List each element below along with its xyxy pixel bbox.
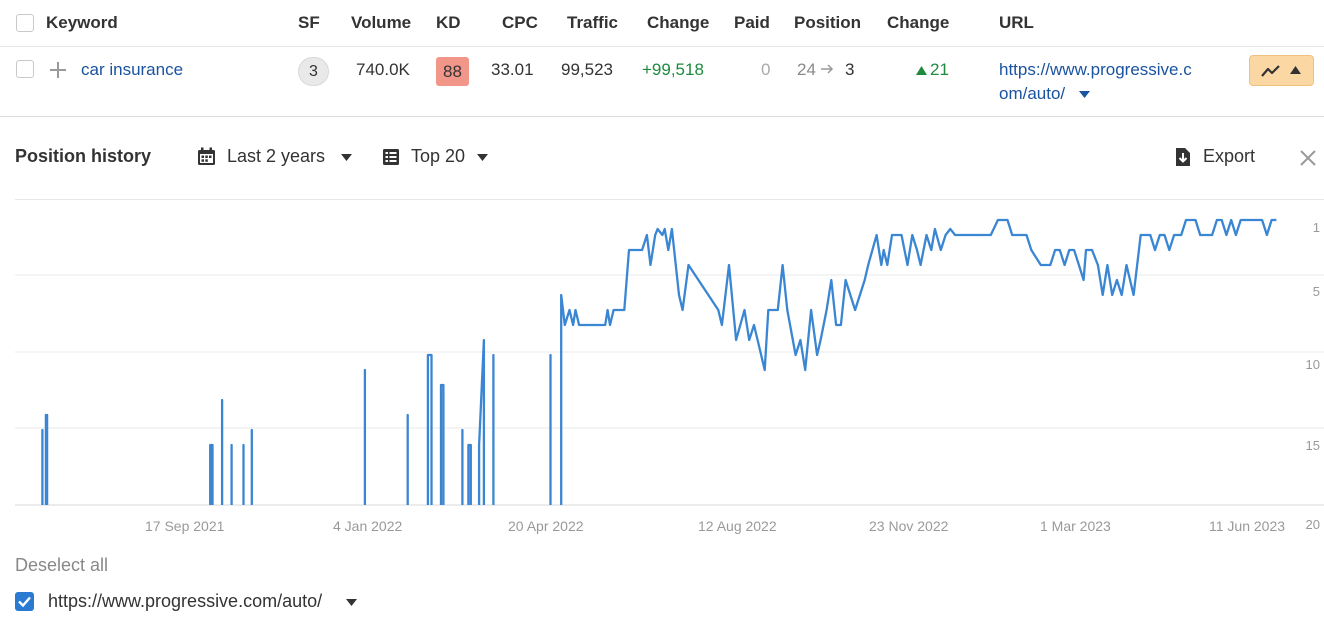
panel-title: Position history [15,146,152,166]
series-url-label: https://www.progressive.com/auto/ [48,591,323,611]
x-tick-label: 4 Jan 2022 [333,518,403,534]
close-icon[interactable] [1299,149,1317,167]
export-icon[interactable] [1174,147,1192,167]
header-position-change[interactable]: Change [887,13,949,33]
chevron-down-icon[interactable] [477,154,488,161]
header-keyword[interactable]: Keyword [46,13,118,33]
header-kd[interactable]: KD [436,13,461,33]
table-row: car insurance 3 740.0K 88 33.01 99,523 +… [0,47,1324,117]
header-traffic-change[interactable]: Change [647,13,709,33]
sf-badge[interactable]: 3 [298,57,329,86]
chevron-down-icon[interactable] [341,154,352,161]
url-link-line2[interactable]: om/auto/ [999,84,1065,104]
plus-icon[interactable] [49,61,67,79]
position-from: 24 [797,60,816,79]
x-tick-label: 1 Mar 2023 [1040,518,1111,534]
x-tick-label: 12 Aug 2022 [698,518,777,534]
x-tick-label: 11 Jun 2023 [1209,518,1286,534]
kd-badge: 88 [436,57,469,86]
traffic-change-value: +99,518 [642,60,704,79]
export-button[interactable]: Export [1203,146,1255,167]
position-history-chart[interactable] [0,190,1324,515]
y-tick-label: 20 [1305,517,1320,532]
caret-up-icon [1290,66,1301,74]
paid-value: 0 [761,60,771,79]
position-change-value: 21 [930,60,949,79]
header-paid[interactable]: Paid [734,13,770,33]
table-header: Keyword SF Volume KD CPC Traffic Change … [0,0,1324,47]
header-volume[interactable]: Volume [351,13,411,33]
caret-down-icon[interactable] [1079,91,1090,99]
deselect-all-link[interactable]: Deselect all [15,555,108,576]
trend-line-icon [1261,65,1280,77]
series-checkbox[interactable] [15,592,34,611]
position-history-toggle-button[interactable] [1249,55,1314,86]
x-tick-label: 20 Apr 2022 [508,518,584,534]
position-to: 3 [845,60,855,79]
y-tick-label: 15 [1305,438,1320,453]
triangle-up-icon [916,66,927,75]
chevron-down-icon[interactable] [346,599,357,606]
header-sf[interactable]: SF [298,13,320,33]
list-icon[interactable] [382,148,400,166]
calendar-icon[interactable] [197,147,216,166]
header-cpc[interactable]: CPC [502,13,538,33]
url-link-line1[interactable]: https://www.progressive.c [999,60,1192,80]
arrow-right-icon [821,64,834,74]
top-filter-dropdown[interactable]: Top 20 [411,146,465,167]
y-tick-label: 5 [1312,284,1320,299]
x-tick-label: 17 Sep 2021 [145,518,225,534]
cpc-value: 33.01 [491,60,534,79]
keyword-link[interactable]: car insurance [81,60,183,80]
x-tick-label: 23 Nov 2022 [869,518,949,534]
traffic-value: 99,523 [561,60,613,79]
row-checkbox[interactable] [16,60,34,78]
select-all-checkbox[interactable] [16,14,34,32]
date-range-dropdown[interactable]: Last 2 years [227,146,325,167]
y-tick-label: 10 [1305,357,1320,372]
header-position[interactable]: Position [794,13,861,33]
y-tick-label: 1 [1312,220,1320,235]
header-traffic[interactable]: Traffic [567,13,618,33]
volume-value: 740.0K [356,60,410,79]
header-url[interactable]: URL [999,13,1034,33]
series-line[interactable] [41,218,1277,505]
